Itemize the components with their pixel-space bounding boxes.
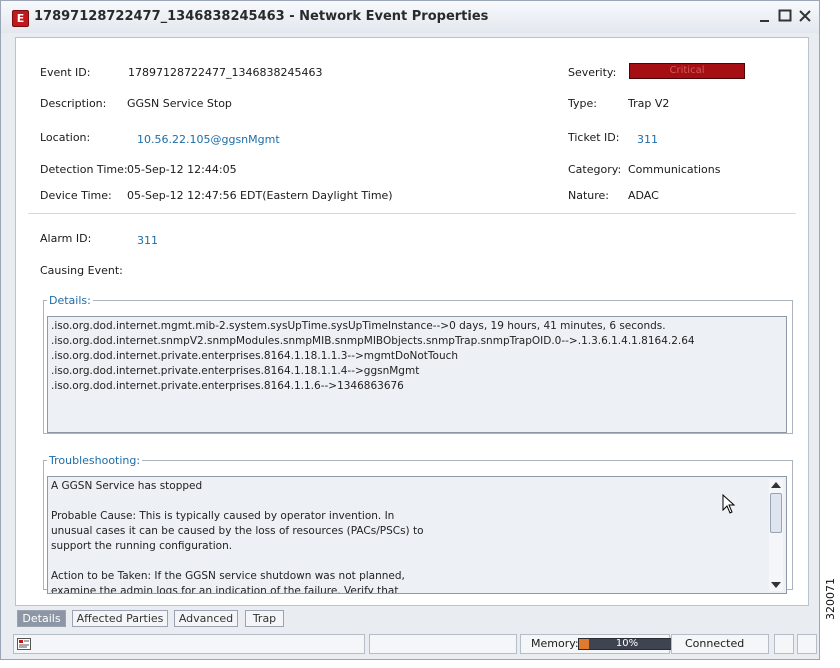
status-cell: [369, 634, 517, 654]
location-link[interactable]: 10.56.22.105@ggsnMgmt: [137, 133, 280, 146]
alarm-id-label: Alarm ID:: [40, 232, 92, 245]
details-line: .iso.org.dod.internet.private.enterprise…: [51, 380, 404, 392]
location-label: Location:: [40, 131, 91, 144]
event-id-value: 17897128722477_1346838245463: [128, 66, 323, 79]
memory-percent: 10%: [615, 638, 639, 649]
section-divider: [28, 213, 796, 214]
device-time-value: 05-Sep-12 12:47:56 EDT(Eastern Daylight …: [127, 189, 393, 202]
status-cell: [797, 634, 817, 654]
troubleshooting-line: Action to be Taken: If the GGSN service …: [51, 570, 405, 582]
connection-status: Connected: [685, 637, 745, 650]
causing-event-label: Causing Event:: [40, 264, 123, 277]
troubleshooting-line: unusual cases it can be caused by the lo…: [51, 525, 424, 537]
detection-time-value: 05-Sep-12 12:44:05: [127, 163, 237, 176]
nature-value: ADAC: [628, 189, 659, 202]
severity-label: Severity:: [568, 66, 617, 79]
minimize-icon[interactable]: [757, 8, 773, 24]
details-line: .iso.org.dod.internet.snmpV2.snmpModules…: [51, 335, 695, 347]
troubleshooting-line: support the running configuration.: [51, 540, 233, 552]
troubleshooting-line: Probable Cause: This is typically caused…: [51, 510, 395, 522]
detection-time-label: Detection Time:: [40, 163, 128, 176]
troubleshooting-line: A GGSN Service has stopped: [51, 480, 203, 492]
details-text-area[interactable]: .iso.org.dod.internet.mgmt.mib-2.system.…: [47, 316, 787, 433]
maximize-icon[interactable]: [777, 8, 793, 24]
scroll-thumb[interactable]: [770, 493, 782, 533]
description-value: GGSN Service Stop: [127, 97, 232, 110]
details-line: .iso.org.dod.internet.mgmt.mib-2.system.…: [51, 320, 666, 332]
type-label: Type:: [568, 97, 597, 110]
category-value: Communications: [628, 163, 721, 176]
scroll-down-icon[interactable]: [771, 582, 781, 588]
memory-label: Memory:: [531, 637, 579, 650]
status-message-cell: [13, 634, 365, 654]
troubleshooting-scrollbar[interactable]: [769, 479, 783, 591]
type-value: Trap V2: [628, 97, 670, 110]
message-icon[interactable]: [17, 638, 31, 651]
tab-advanced[interactable]: Advanced: [174, 610, 238, 627]
event-id-label: Event ID:: [40, 66, 91, 79]
troubleshooting-text-area[interactable]: A GGSN Service has stopped Probable Caus…: [47, 476, 787, 594]
ticket-id-link[interactable]: 311: [637, 133, 658, 146]
troubleshooting-group: Troubleshooting: A GGSN Service has stop…: [43, 454, 793, 594]
app-logo-icon: E: [12, 10, 29, 27]
severity-badge: Critical: [629, 63, 745, 79]
alarm-id-link[interactable]: 311: [137, 234, 158, 247]
tab-affected-parties[interactable]: Affected Parties: [72, 610, 168, 627]
details-line: .iso.org.dod.internet.private.enterprise…: [51, 365, 420, 377]
description-label: Description:: [40, 97, 107, 110]
event-properties-window: E 17897128722477_1346838245463 - Network…: [0, 0, 820, 660]
details-group: Details: .iso.org.dod.internet.mgmt.mib-…: [43, 294, 793, 434]
close-icon[interactable]: [797, 8, 813, 24]
mouse-cursor-icon: [722, 494, 736, 514]
details-legend: Details:: [49, 294, 91, 307]
memory-progress-bar: 10%: [578, 638, 676, 650]
status-cell: [774, 634, 794, 654]
ticket-id-label: Ticket ID:: [568, 131, 620, 144]
scroll-up-icon[interactable]: [771, 482, 781, 488]
status-bar: Memory: 10% Connected: [13, 634, 819, 654]
category-label: Category:: [568, 163, 622, 176]
figure-id: 320071: [824, 578, 837, 620]
nature-label: Nature:: [568, 189, 610, 202]
device-time-label: Device Time:: [40, 189, 112, 202]
window-title: 17897128722477_1346838245463 - Network E…: [34, 9, 489, 24]
details-line: .iso.org.dod.internet.private.enterprise…: [51, 350, 459, 362]
details-panel: Event ID: 17897128722477_1346838245463 D…: [15, 37, 809, 606]
tab-details[interactable]: Details: [17, 610, 66, 627]
tab-trap[interactable]: Trap: [245, 610, 284, 627]
troubleshooting-line: examine the admin logs for an indication…: [51, 585, 399, 594]
troubleshooting-legend: Troubleshooting:: [49, 454, 141, 467]
title-bar[interactable]: E 17897128722477_1346838245463 - Network…: [1, 1, 819, 33]
